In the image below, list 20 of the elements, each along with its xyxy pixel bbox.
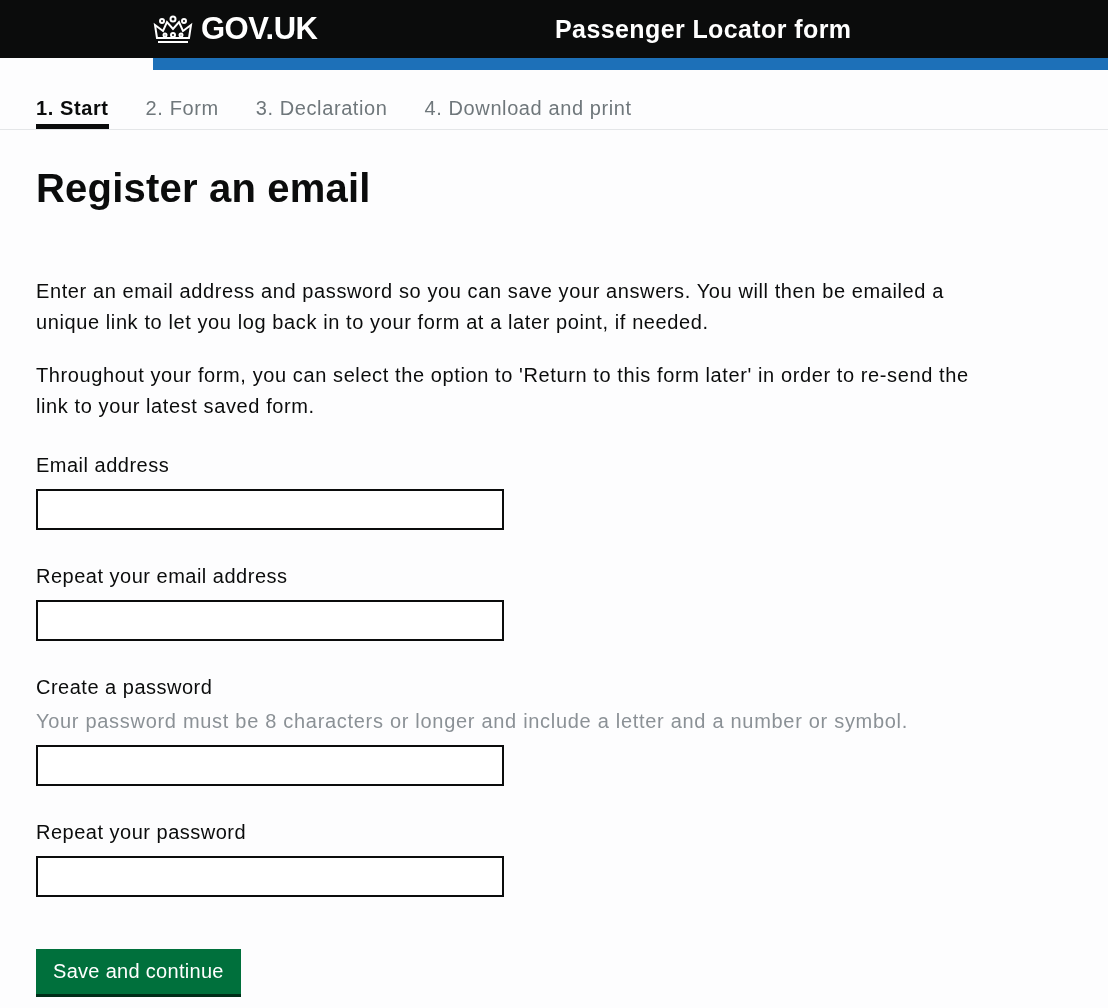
field-hint: Your password must be 8 characters or longer and include a letter and a number or symbol.: [36, 709, 908, 734]
input-field[interactable]: [36, 745, 504, 786]
site-logo[interactable]: GOV.UK: [201, 11, 318, 47]
crown-icon: [153, 14, 193, 44]
intro-paragraph: Throughout your form, you can select the option to 'Return to this form later' in order to re-send the link to your latest saved form.: [36, 363, 970, 419]
field-label: Email address: [36, 453, 170, 478]
service-name: Passenger Locator form: [555, 14, 852, 44]
input-field[interactable]: [36, 856, 504, 897]
save-and-continue-button[interactable]: Save and continue: [36, 949, 241, 994]
field-label: Repeat your email address: [36, 564, 288, 589]
field-label: Create a password: [36, 675, 213, 700]
step-tab[interactable]: 4. Download and print: [424, 96, 632, 129]
input-field[interactable]: [36, 600, 504, 641]
page-heading: Register an email: [36, 165, 372, 212]
intro-paragraph: Enter an email address and password so you can save your answers. You will then be emailed a unique link to let you log back in to your form at a later point, if needed.: [36, 279, 945, 335]
field-label: Repeat your password: [36, 820, 247, 845]
input-field[interactable]: [36, 489, 504, 530]
step-tab[interactable]: 1. Start: [36, 96, 109, 129]
step-tab[interactable]: 3. Declaration: [255, 96, 388, 129]
step-tab[interactable]: 2. Form: [145, 96, 219, 129]
